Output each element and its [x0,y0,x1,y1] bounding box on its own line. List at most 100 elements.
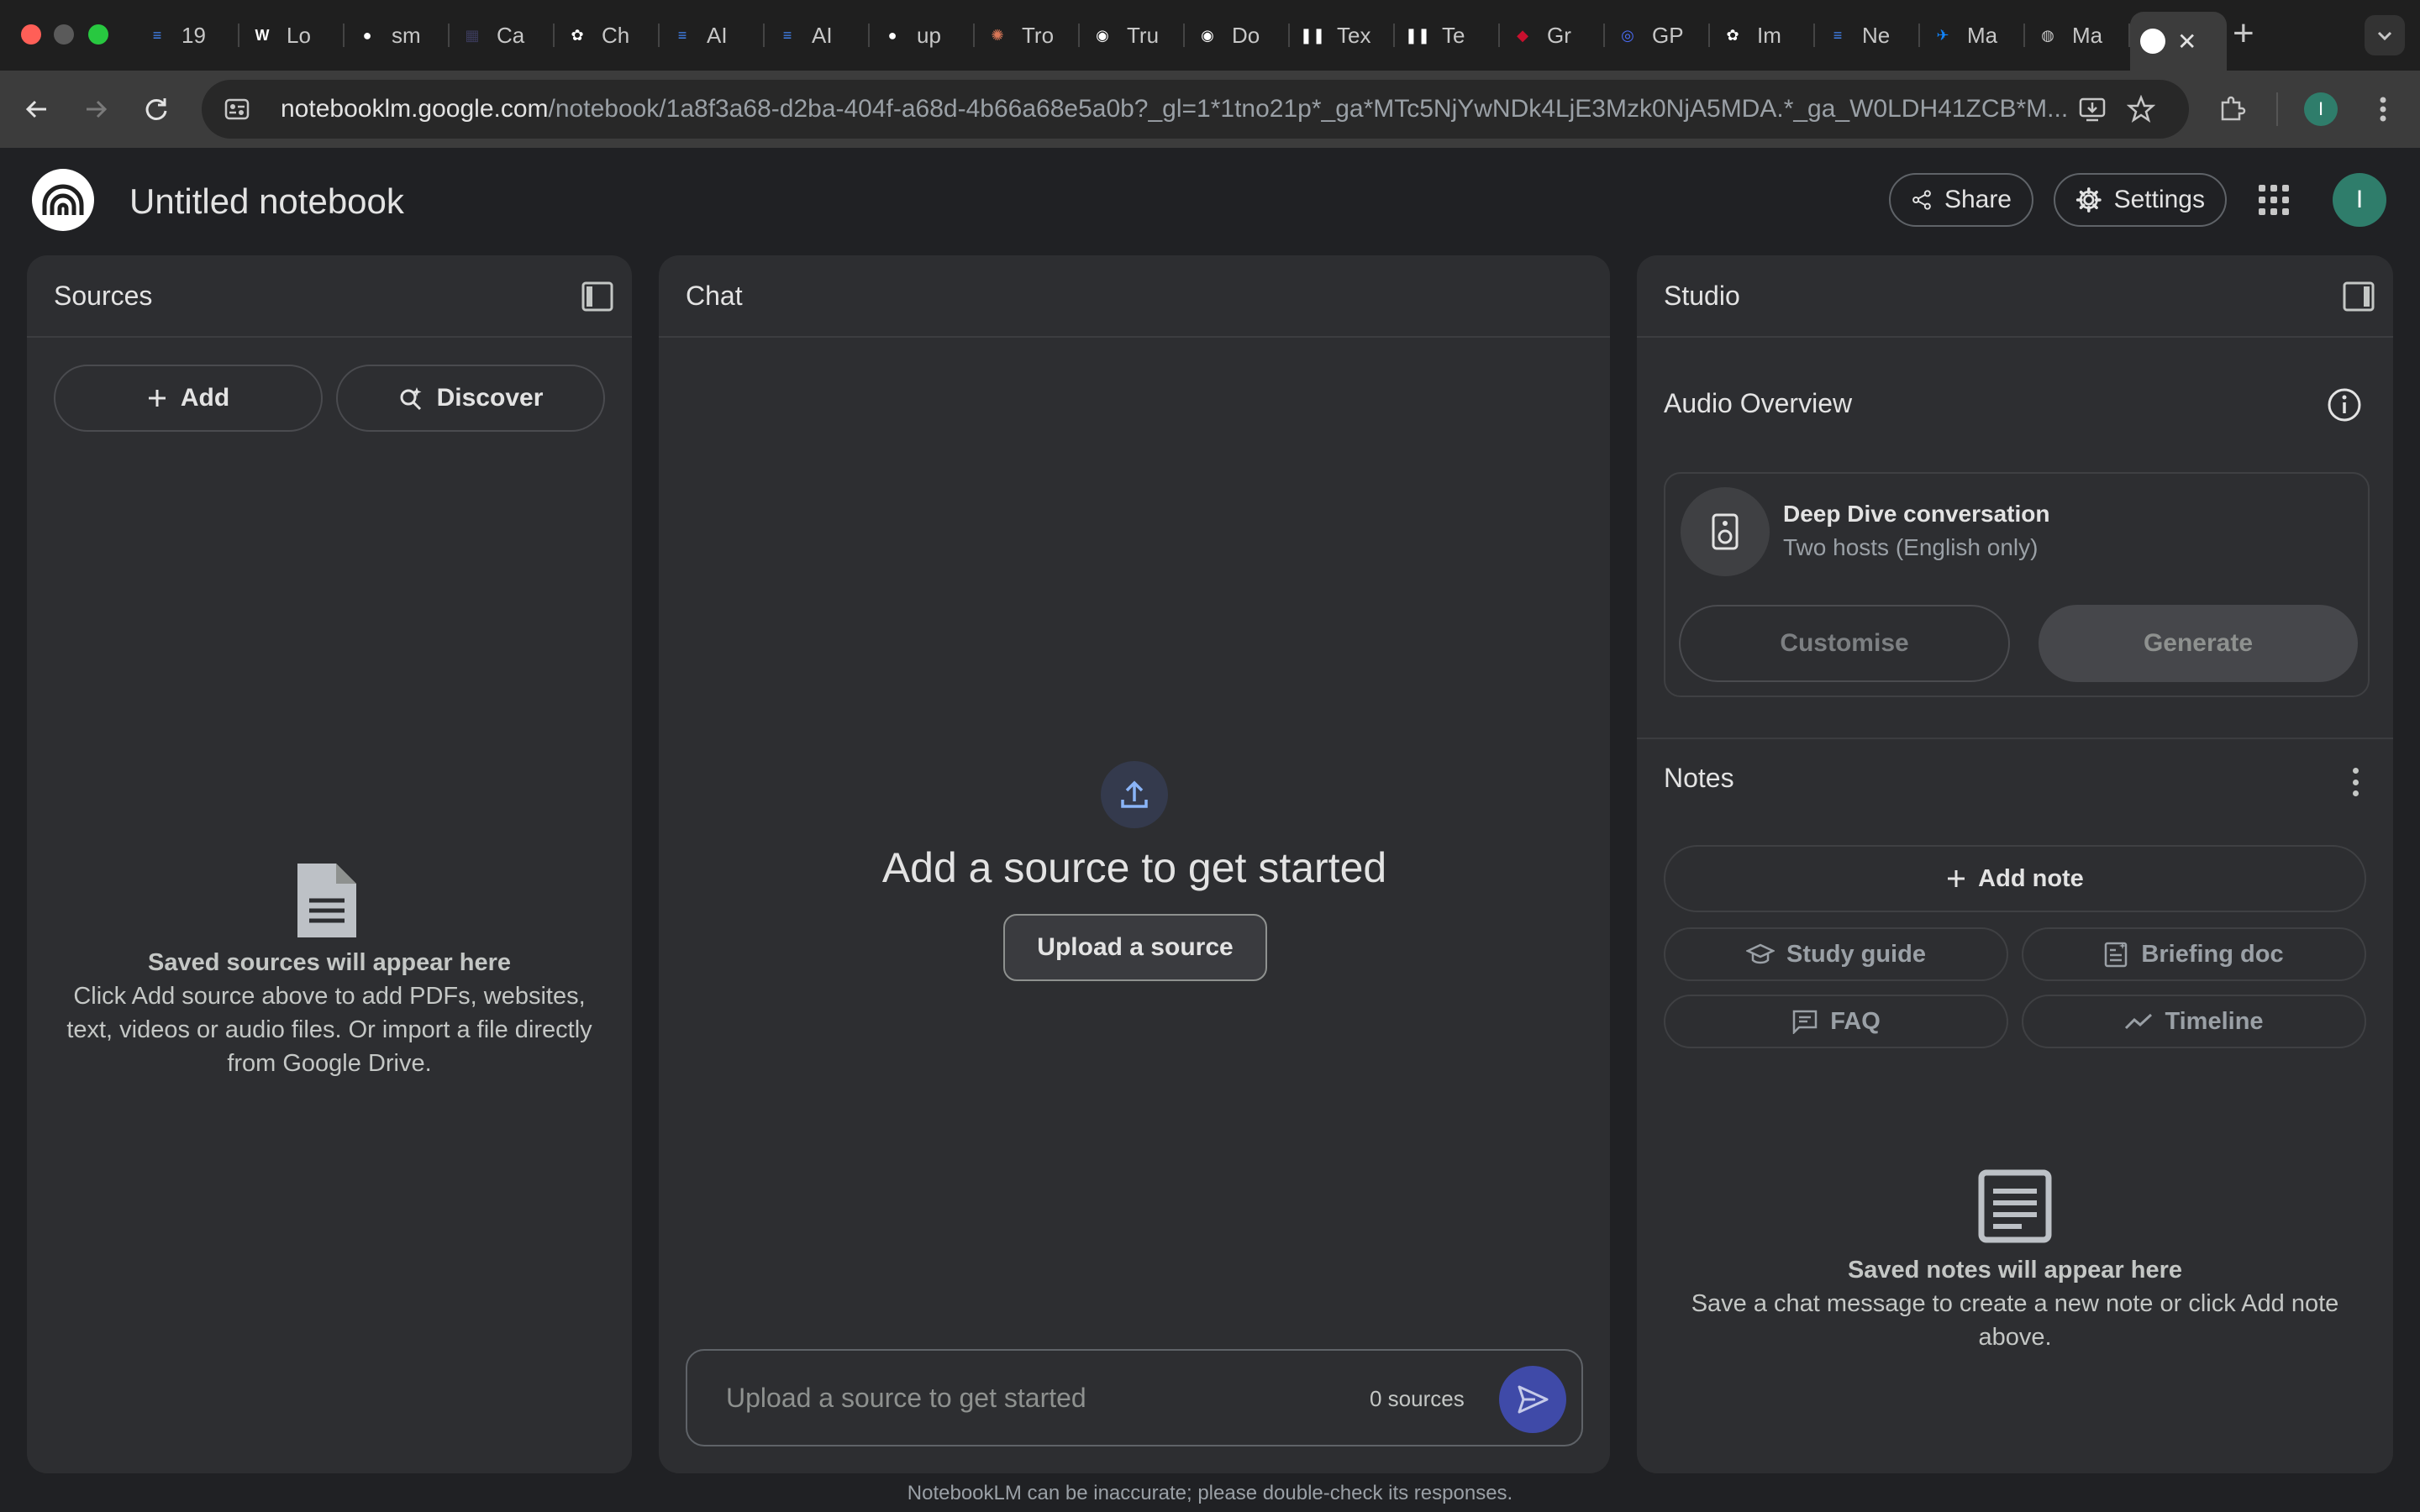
tab-title: 19 [182,22,206,48]
discover-button[interactable]: Discover [336,365,605,432]
puzzle-icon [2221,96,2246,121]
browser-tab[interactable]: ❚❚ Tex [1290,12,1395,59]
notes-empty-title: Saved notes will appear here [1847,1257,2183,1284]
account-avatar[interactable]: I [2333,173,2386,227]
browser-tab[interactable]: ✺ Tro [975,12,1080,59]
send-button[interactable] [1499,1366,1566,1433]
browser-tab-strip: ≡ 19 W Lo ● sm ▦ Ca ✿ Ch ≡ AI ≡ AI ● up ✺ Tro ◉ Tru ◉ Do ❚❚ Tex… [0,0,2420,71]
wordpress-icon: W [255,26,270,44]
chat-header: Chat [659,255,1610,338]
notes-empty-state: Saved notes will appear here Save a chat… [1637,1253,2393,1354]
openai-icon: ✿ [1726,26,1739,44]
notes-more-icon[interactable] [2351,768,2360,796]
customise-button[interactable]: Customise [1679,605,2010,682]
reload-button[interactable] [136,89,176,129]
chat-title: Chat [686,281,743,311]
share-button[interactable]: Share [1889,173,2033,227]
info-icon[interactable] [2326,386,2363,423]
browser-tab[interactable]: ✿ Ch [555,12,660,59]
notebooklm-logo[interactable] [32,169,94,231]
browser-tab[interactable]: ✿ Im [1710,12,1815,59]
forward-button[interactable] [76,89,116,129]
browser-tab[interactable]: W Lo [239,12,345,59]
notebook-title[interactable]: Untitled notebook [129,181,404,222]
briefing-doc-button[interactable]: Briefing doc [2022,927,2366,981]
new-tab-button[interactable]: + [2233,13,2254,54]
chat-input-box[interactable]: Upload a source to get started 0 sources [686,1349,1583,1446]
browser-tab[interactable]: ≡ AI [660,12,765,59]
browser-tab[interactable]: ≡ 19 [134,12,239,59]
back-button[interactable] [17,89,57,129]
browser-tab[interactable]: ◉ Tru [1080,12,1185,59]
tab-title: Lo [287,22,311,48]
sources-title: Sources [54,281,153,311]
sources-empty-description: Click Add source above to add PDFs, webs… [66,983,592,1077]
docs-icon: ≡ [677,26,687,44]
address-bar[interactable]: notebooklm.google.com/notebook/1a8f3a68-… [202,80,2189,139]
speaker-icon-circle [1681,487,1770,576]
pause-icon: ❚❚ [1404,26,1431,44]
sources-panel: Sources Add Discover Saved sources will … [27,255,632,1473]
upload-icon-circle [1101,761,1168,828]
settings-button[interactable]: Settings [2054,173,2227,227]
browser-tab[interactable]: ◆ Gr [1500,12,1605,59]
collapse-panel-icon[interactable] [2343,281,2375,312]
tab-title: GP [1652,22,1684,48]
discover-search-icon [400,387,422,411]
close-tab-icon[interactable]: ✕ [2177,28,2196,55]
browser-menu-button[interactable] [2363,89,2403,129]
speaker-icon [1712,513,1739,550]
google-apps-icon[interactable] [2259,185,2289,215]
extensions-button[interactable] [2212,89,2252,129]
browser-tab[interactable]: ● sm [345,12,450,59]
install-app-icon[interactable] [2077,94,2107,124]
browser-tab[interactable]: ▦ Ca [450,12,555,59]
graduation-cap-icon [1746,943,1776,964]
reload-icon [145,98,167,120]
studio-divider [1637,738,2393,739]
audio-overview-title: Audio Overview [1664,388,1853,418]
browser-tab[interactable]: ◉ Do [1185,12,1290,59]
faq-button[interactable]: FAQ [1664,995,2008,1048]
browser-tab[interactable]: ◍ Ma [2025,12,2130,59]
notebooklm-icon [2140,29,2165,54]
pause-icon: ❚❚ [1299,26,1326,44]
profile-button[interactable]: I [2301,89,2341,129]
gear-icon [2075,187,2102,213]
window-minimize-button[interactable] [54,24,74,45]
toolbar-divider [2276,92,2278,126]
add-source-button[interactable]: Add [54,365,323,432]
url-text[interactable]: notebooklm.google.com/notebook/1a8f3a68-… [281,95,2070,123]
upload-icon [1121,780,1148,808]
add-note-button[interactable]: Add note [1664,845,2366,912]
tab-title: Tru [1127,22,1160,48]
browser-tab[interactable]: ● up [870,12,975,59]
plus-icon [148,390,166,407]
app-header: Untitled notebook Share Settings I [0,148,2420,255]
bookmark-star-icon[interactable] [2126,94,2156,124]
tab-title: Tro [1022,22,1055,48]
source-count: 0 sources [1370,1386,1465,1411]
tab-title: Tex [1337,22,1371,48]
studio-header: Studio [1637,255,2393,338]
browser-tab-active[interactable]: ✕ [2130,12,2227,71]
tab-search-button[interactable] [2365,15,2405,55]
browser-tab[interactable]: ❚❚ Te [1395,12,1500,59]
upload-source-button[interactable]: Upload a source [1003,914,1267,981]
study-guide-button[interactable]: Study guide [1664,927,2008,981]
tab-title: AI [707,22,728,48]
window-maximize-button[interactable] [88,24,108,45]
bluesky-icon: ✈ [1936,26,1949,44]
collapse-panel-icon[interactable] [581,281,613,312]
generate-button[interactable]: Generate [2039,605,2358,682]
site-settings-icon[interactable] [220,92,254,126]
browser-tab[interactable]: ≡ Ne [1815,12,1920,59]
browser-tab[interactable]: ≡ AI [765,12,870,59]
studio-panel: Studio Audio Overview Deep Dive conversa… [1637,255,2393,1473]
timeline-button[interactable]: Timeline [2022,995,2366,1048]
window-close-button[interactable] [21,24,41,45]
audio-card-title: Deep Dive conversation [1783,501,2050,527]
chevron-down-icon [2377,31,2392,41]
browser-tab[interactable]: ✈ Ma [1920,12,2025,59]
browser-tab[interactable]: ◎ GP [1605,12,1710,59]
